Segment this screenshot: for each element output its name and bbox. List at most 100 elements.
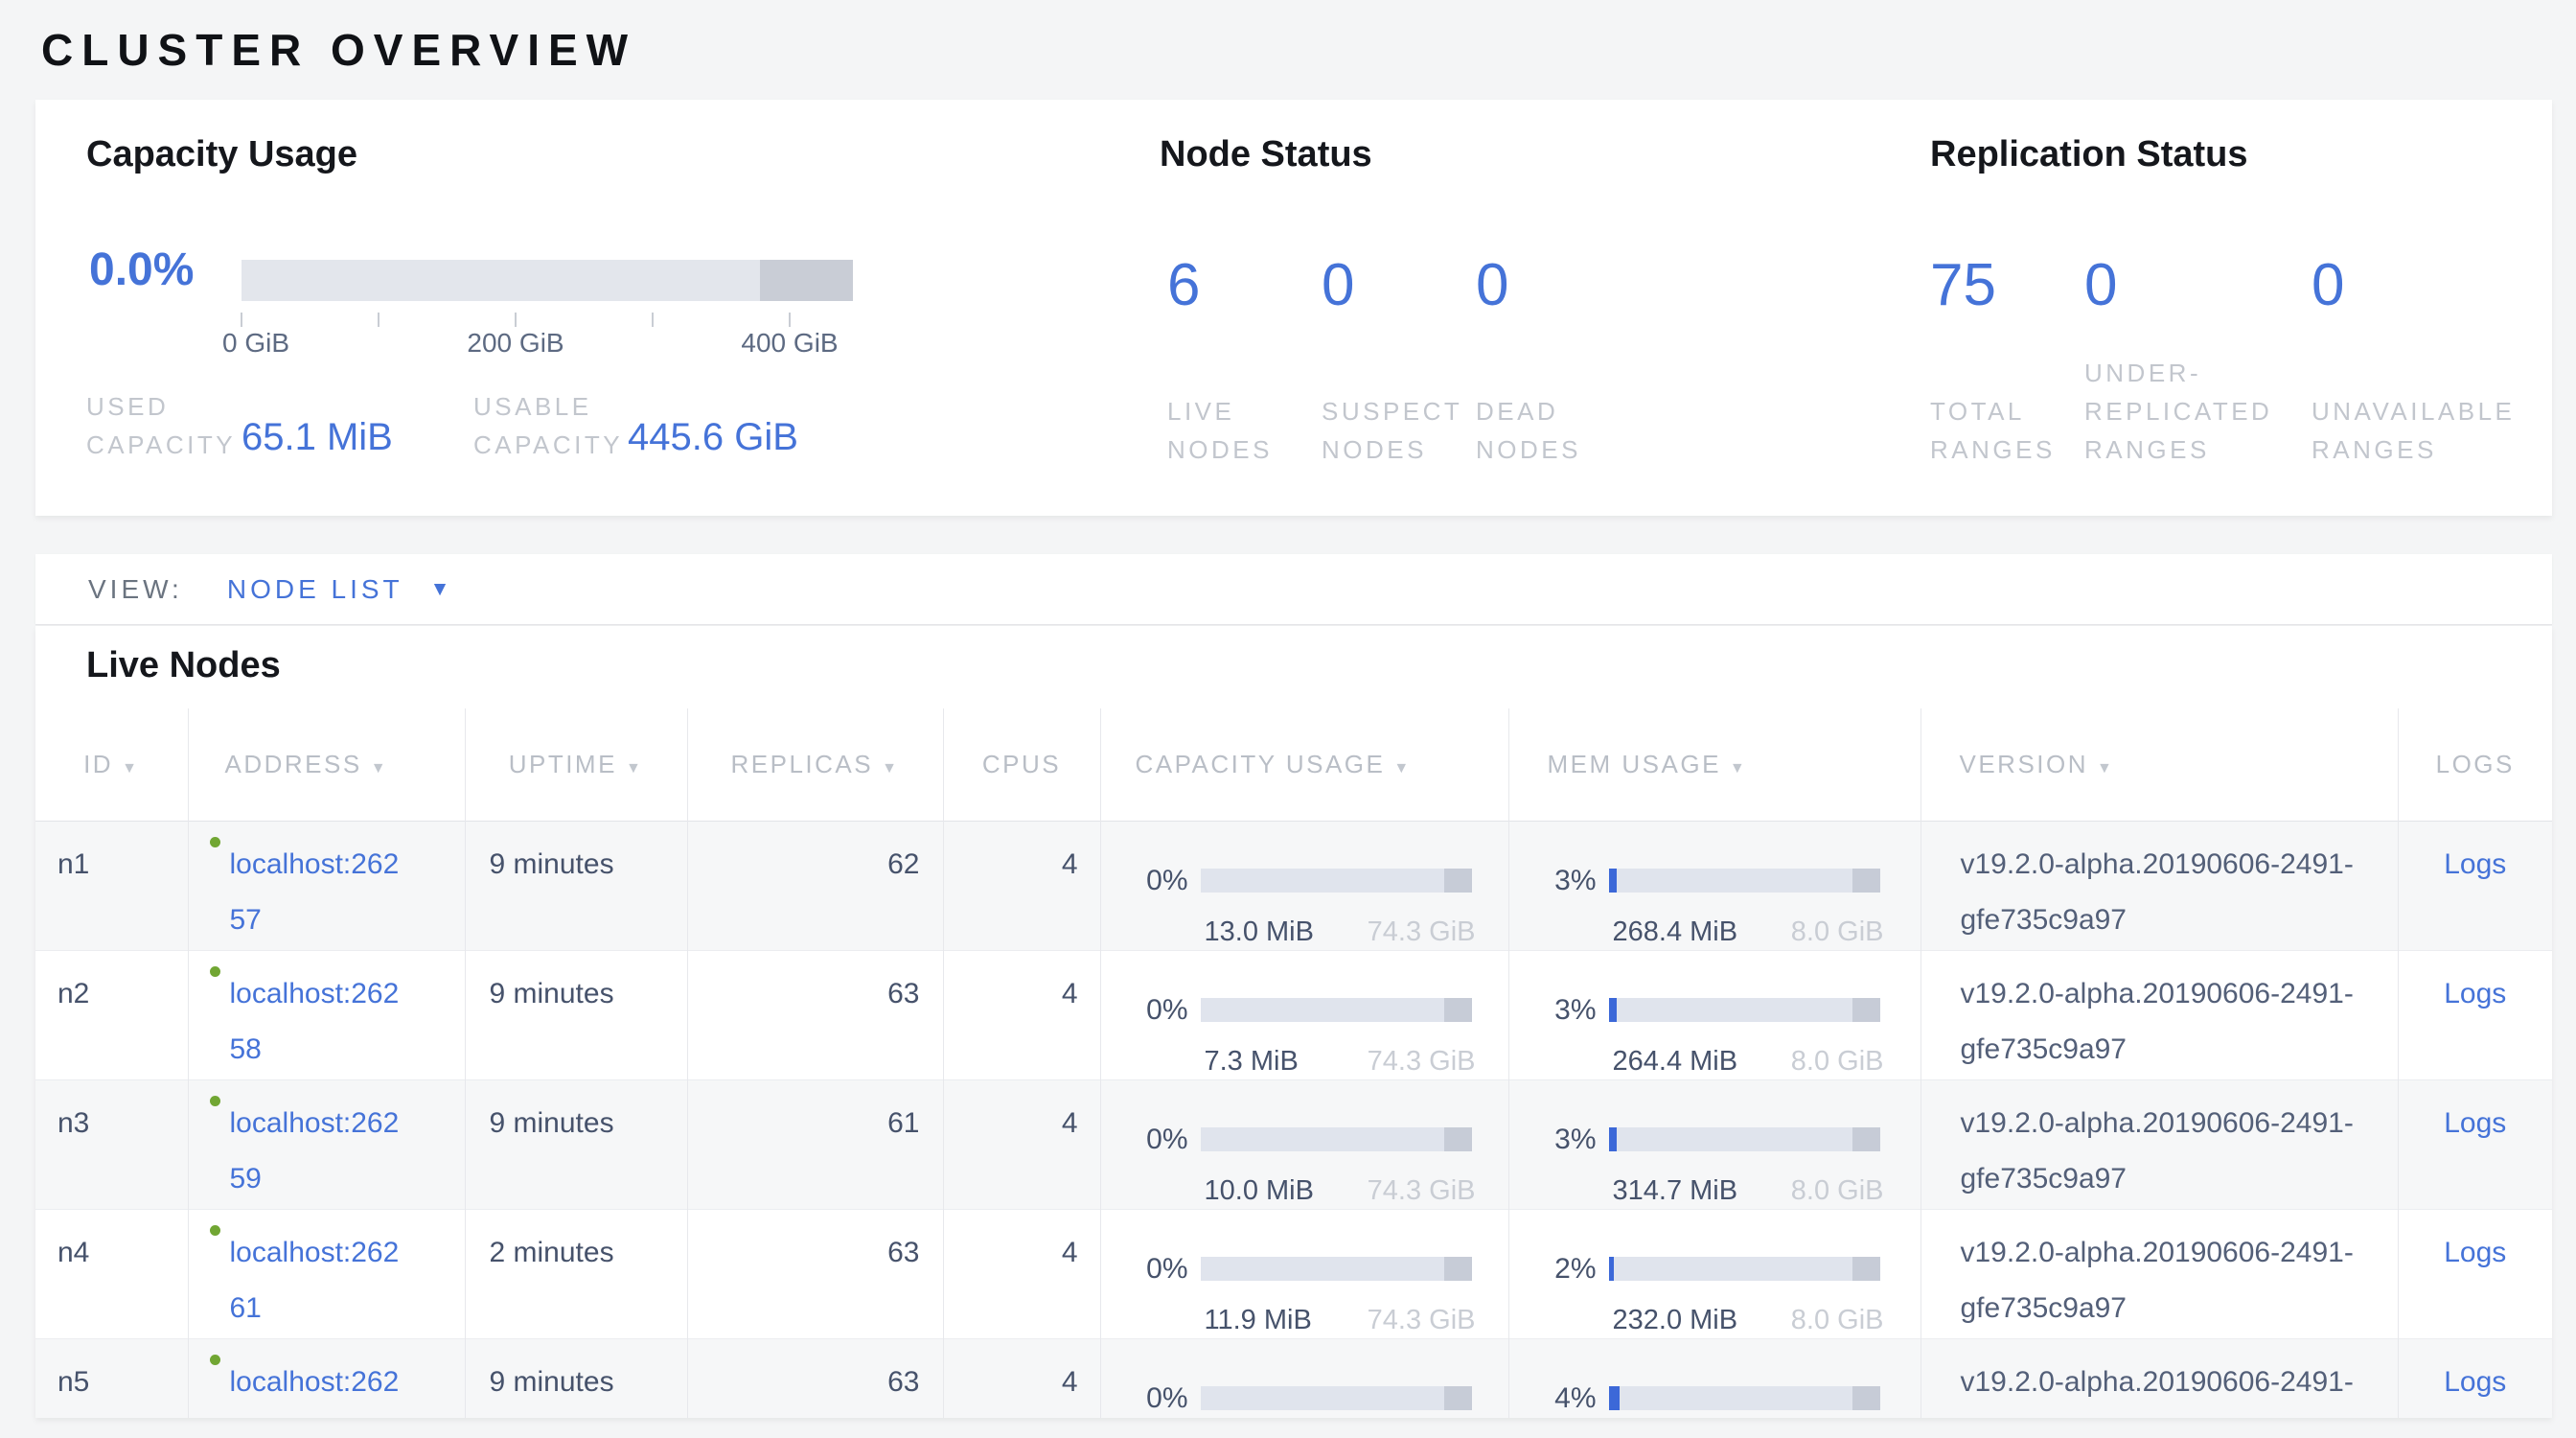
cluster-overview-page: CLUSTER OVERVIEW Capacity Usage 0.0% 0 G… (0, 0, 2576, 1438)
live-status-dot-icon (210, 966, 220, 977)
unavailable-ranges-value: 0 (2312, 253, 2542, 318)
live-nodes-label: LIVE NODES (1167, 392, 1273, 469)
usable-capacity-value: 445.6 GiB (628, 416, 798, 459)
live-nodes-card: Live Nodes ID▼ ADDRESS▼ UPTIME▼ REPLICAS… (35, 626, 2552, 1418)
mem-total: 8.0 GiB (1791, 1302, 1884, 1338)
capacity-percent: 0% (1105, 992, 1188, 1029)
header-cpus: CPUS (943, 708, 1100, 821)
mem-bar (1609, 1257, 1880, 1281)
capacity-bar (1201, 1127, 1472, 1151)
node-address-cell: localhost:26258 (188, 950, 465, 1079)
mem-percent: 2% (1513, 1251, 1597, 1287)
node-replicas: 62 (687, 821, 943, 950)
node-version: v19.2.0-alpha.20190606-2491-gfe735c9a97 (1920, 1209, 2398, 1338)
suspect-nodes-label: SUSPECT NODES (1322, 392, 1462, 469)
axis-tick (515, 313, 517, 327)
capacity-used: 10.0 MiB (1205, 1172, 1314, 1209)
node-cpus: 4 (943, 1079, 1100, 1209)
node-replicas: 63 (687, 1338, 943, 1418)
stat-unavailable-ranges: 0 UNAVAILABLE RANGES (2312, 253, 2542, 318)
node-address-link[interactable]: localhost:26261 (230, 1225, 402, 1336)
logs-cell: Logs (2398, 1338, 2552, 1418)
mem-bar (1609, 869, 1880, 893)
header-capacity-usage[interactable]: CAPACITY USAGE▼ (1100, 708, 1508, 821)
capacity-usage-title: Capacity Usage (86, 134, 357, 175)
sort-caret-icon: ▼ (882, 760, 899, 777)
bar-end-segment (1852, 998, 1880, 1022)
logs-cell: Logs (2398, 821, 2552, 950)
table-row: n2 localhost:26258 9 minutes 63 4 0% 7.3… (35, 950, 2552, 1079)
under-replicated-label: UNDER- REPLICATED RANGES (2084, 354, 2272, 469)
logs-link[interactable]: Logs (2444, 1107, 2506, 1139)
bar-end-segment (1444, 998, 1472, 1022)
summary-card: Capacity Usage 0.0% 0 GiB 200 GiB 400 Gi… (35, 100, 2552, 516)
logs-cell: Logs (2398, 1079, 2552, 1209)
node-id: n5 (35, 1338, 188, 1418)
bar-end-segment (1852, 869, 1880, 893)
capacity-total: 74.3 GiB (1368, 914, 1476, 950)
view-label: VIEW: (88, 574, 183, 605)
node-address-link[interactable]: localhost:26262 (230, 1355, 402, 1419)
node-address-link[interactable]: localhost:26257 (230, 837, 402, 948)
header-uptime[interactable]: UPTIME▼ (465, 708, 687, 821)
live-status-dot-icon (210, 1225, 220, 1236)
stat-dead-nodes: 0 DEAD NODES (1476, 253, 1706, 318)
node-cpus: 4 (943, 1338, 1100, 1418)
capacity-percent: 0% (1105, 1122, 1188, 1158)
chevron-down-icon[interactable]: ▼ (430, 578, 450, 601)
mem-percent: 3% (1513, 863, 1597, 899)
node-id: n2 (35, 950, 188, 1079)
node-address-cell: localhost:26262 (188, 1338, 465, 1418)
bar-end-segment (1852, 1127, 1880, 1151)
capacity-used: 11.9 MiB (1205, 1302, 1312, 1338)
node-cpus: 4 (943, 1209, 1100, 1338)
bar-end-segment (1444, 1386, 1472, 1410)
logs-link[interactable]: Logs (2444, 978, 2506, 1009)
live-status-dot-icon (210, 1096, 220, 1106)
logs-link[interactable]: Logs (2444, 1366, 2506, 1398)
mem-usage-cell: 3% 314.7 MiB 8.0 GiB (1508, 1079, 1920, 1209)
table-row: n3 localhost:26259 9 minutes 61 4 0% 10.… (35, 1079, 2552, 1209)
capacity-percent: 0% (1105, 1251, 1188, 1287)
mem-bar (1609, 1127, 1880, 1151)
axis-tick (378, 313, 380, 327)
node-replicas: 63 (687, 1209, 943, 1338)
capacity-total: 74.3 GiB (1368, 1302, 1476, 1338)
header-address[interactable]: ADDRESS▼ (188, 708, 465, 821)
sort-caret-icon: ▼ (371, 760, 388, 777)
header-id[interactable]: ID▼ (35, 708, 188, 821)
dead-nodes-label: DEAD NODES (1476, 392, 1581, 469)
capacity-bar (1201, 1386, 1472, 1410)
node-address-link[interactable]: localhost:26258 (230, 966, 402, 1078)
capacity-bar-end-segment (760, 260, 853, 301)
header-logs: LOGS (2398, 708, 2552, 821)
capacity-usage-cell: 0% 11.9 MiB 74.3 GiB (1100, 1209, 1508, 1338)
capacity-bar (1201, 869, 1472, 893)
logs-cell: Logs (2398, 1209, 2552, 1338)
capacity-percent: 0% (1105, 1380, 1188, 1417)
node-address-link[interactable]: localhost:26259 (230, 1096, 402, 1207)
mem-total: 8.0 GiB (1791, 914, 1884, 950)
node-status-title: Node Status (1160, 134, 1372, 175)
live-nodes-table: ID▼ ADDRESS▼ UPTIME▼ REPLICAS▼ CPUS CAPA… (35, 708, 2552, 1418)
mem-usage-cell: 3% 268.4 MiB 8.0 GiB (1508, 821, 1920, 950)
mem-used: 314.7 MiB (1613, 1172, 1738, 1209)
table-header-row: ID▼ ADDRESS▼ UPTIME▼ REPLICAS▼ CPUS CAPA… (35, 708, 2552, 821)
logs-link[interactable]: Logs (2444, 1237, 2506, 1268)
logs-link[interactable]: Logs (2444, 848, 2506, 880)
header-version[interactable]: VERSION▼ (1920, 708, 2398, 821)
header-mem-usage[interactable]: MEM USAGE▼ (1508, 708, 1920, 821)
mem-used: 232.0 MiB (1613, 1302, 1738, 1338)
live-status-dot-icon (210, 837, 220, 847)
table-row: n5 localhost:26262 9 minutes 63 4 0% 12.… (35, 1338, 2552, 1418)
node-uptime: 9 minutes (465, 821, 687, 950)
unavailable-ranges-label: UNAVAILABLE RANGES (2312, 392, 2515, 469)
header-replicas[interactable]: REPLICAS▼ (687, 708, 943, 821)
node-address-cell: localhost:26257 (188, 821, 465, 950)
node-uptime: 9 minutes (465, 950, 687, 1079)
view-dropdown[interactable]: NODE LIST (227, 574, 403, 605)
axis-label-200: 200 GiB (467, 328, 564, 359)
node-version: v19.2.0-alpha.20190606-2491-gfe735c9a97 (1920, 1338, 2398, 1418)
node-uptime: 9 minutes (465, 1338, 687, 1418)
mem-bar (1609, 1386, 1880, 1410)
